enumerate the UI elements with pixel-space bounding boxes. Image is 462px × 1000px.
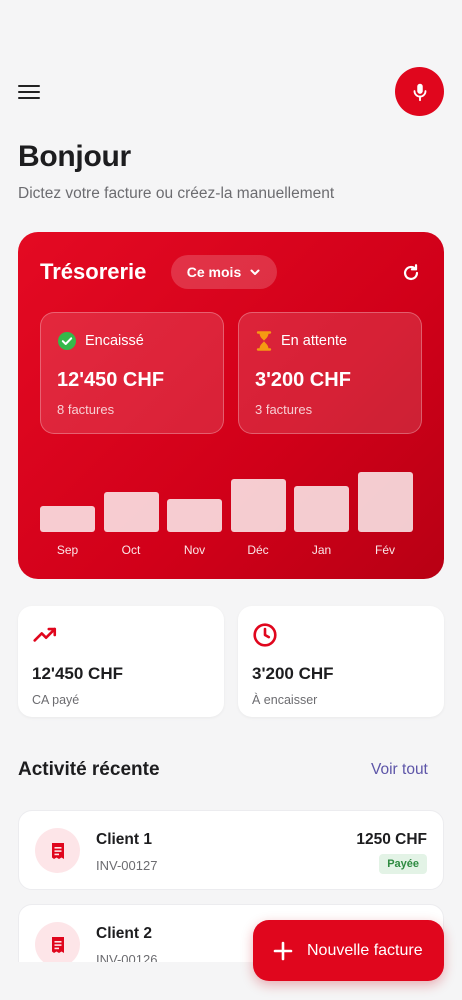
status-badge: Payée xyxy=(379,854,427,874)
check-circle-icon xyxy=(58,332,76,350)
page-subtitle: Dictez votre facture ou créez-la manuell… xyxy=(18,185,335,202)
period-dropdown[interactable]: Ce mois xyxy=(171,255,277,289)
kpi-receivable-amount: 3'200 CHF xyxy=(252,664,334,683)
cashed-card: Encaissé 12'450 CHF 8 factures xyxy=(40,312,224,434)
invoice-avatar xyxy=(35,922,80,967)
clock-icon xyxy=(253,623,277,647)
list-item[interactable]: Client 1 INV-00127 1250 CHF Payée xyxy=(18,810,444,890)
chart-x-label: Fév xyxy=(374,543,395,557)
plus-icon xyxy=(273,941,293,960)
menu-button[interactable] xyxy=(18,82,44,102)
period-label: Ce mois xyxy=(186,264,242,280)
chart-x-label: Oct xyxy=(121,543,141,557)
pending-amount: 3'200 CHF xyxy=(255,369,351,391)
kpi-card-revenue: 12'450 CHF CA payé xyxy=(18,606,224,717)
microphone-icon xyxy=(413,83,426,101)
client-name: Client 2 xyxy=(96,925,152,942)
chart-x-label: Nov xyxy=(183,543,206,557)
treasury-card: Trésorerie Ce mois Encaissé 12'450 CHF 8… xyxy=(18,232,444,579)
receipt-icon xyxy=(51,842,64,859)
pending-label: En attente xyxy=(281,333,348,349)
chart-bar xyxy=(103,491,159,532)
kpi-receivable-label: À encaisser xyxy=(252,693,318,707)
chart-x-label: Jan xyxy=(311,543,332,557)
chart-bar xyxy=(294,485,349,532)
new-invoice-label: Nouvelle facture xyxy=(307,941,423,959)
pending-card: En attente 3'200 CHF 3 factures xyxy=(238,312,422,434)
hourglass-icon xyxy=(256,331,272,351)
menu-icon xyxy=(18,85,40,88)
invoice-amount: 1250 CHF xyxy=(356,831,427,848)
chart-x-label: Déc xyxy=(247,543,269,557)
new-invoice-button[interactable]: Nouvelle facture xyxy=(253,920,444,981)
chart-bar xyxy=(357,472,413,532)
invoice-avatar xyxy=(35,828,80,873)
microphone-button[interactable] xyxy=(395,67,444,116)
chart-bar xyxy=(167,499,222,532)
cashed-count: 8 factures xyxy=(57,402,115,417)
chevron-down-icon xyxy=(250,269,260,275)
cashed-amount: 12'450 CHF xyxy=(57,369,165,391)
pending-count: 3 factures xyxy=(255,402,313,417)
invoice-number: INV-00127 xyxy=(96,858,158,873)
kpi-revenue-amount: 12'450 CHF xyxy=(32,664,123,683)
receipt-icon xyxy=(51,936,64,953)
client-name: Client 1 xyxy=(96,831,152,848)
treasury-title: Trésorerie xyxy=(40,259,147,284)
chart-bar xyxy=(230,479,286,532)
recent-activity-title: Activité récente xyxy=(18,759,160,780)
kpi-revenue-label: CA payé xyxy=(32,693,80,707)
chart-bar xyxy=(40,506,95,532)
kpi-card-receivable: 3'200 CHF À encaisser xyxy=(238,606,444,717)
refresh-icon[interactable] xyxy=(400,262,422,284)
trending-up-icon xyxy=(33,627,57,642)
see-all-link[interactable]: Voir tout xyxy=(371,761,428,779)
chart-x-label: Sep xyxy=(56,543,79,557)
page-title: Bonjour xyxy=(18,140,131,173)
monthly-bar-chart: Sep Oct Nov Déc Jan Fév xyxy=(40,462,420,557)
cashed-label: Encaissé xyxy=(85,333,144,349)
